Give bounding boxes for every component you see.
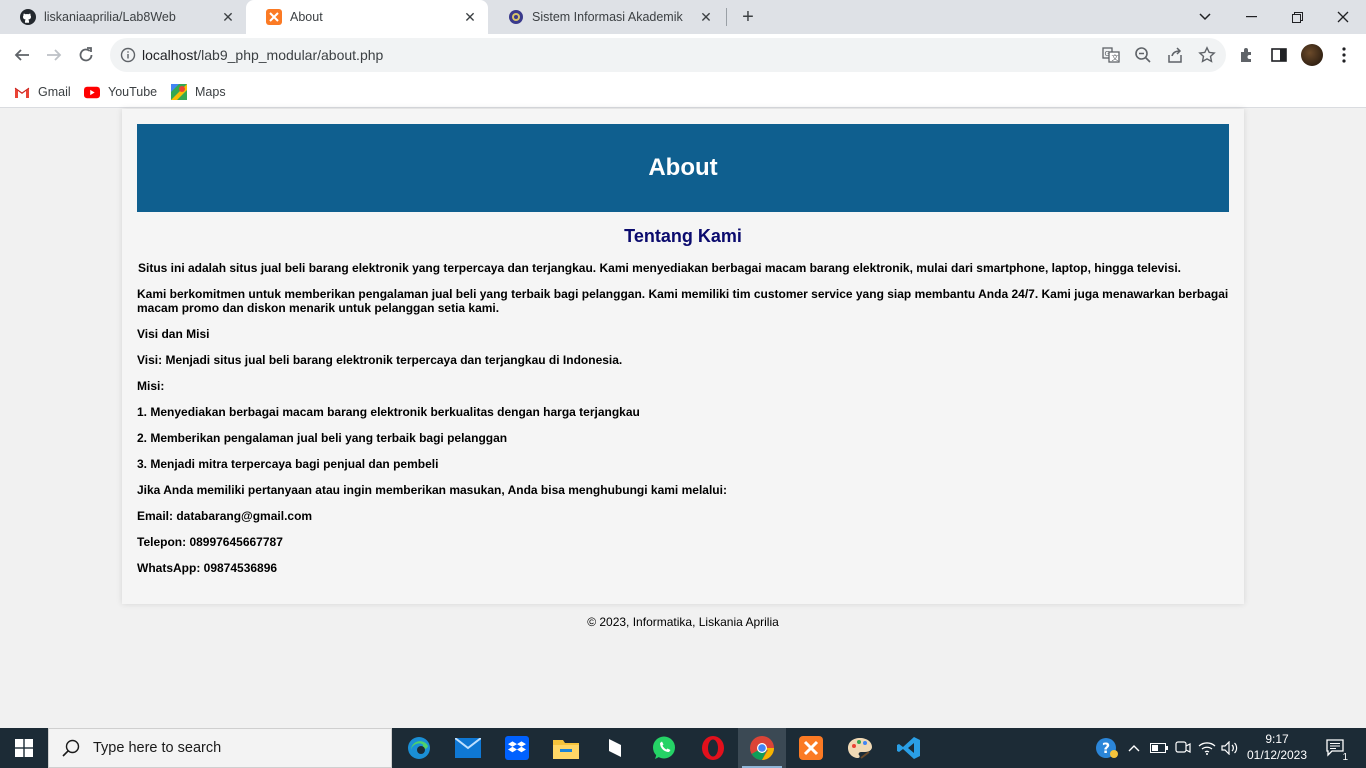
- bookmarks-bar: Gmail YouTube Maps: [0, 76, 1366, 108]
- mail-icon[interactable]: [444, 728, 492, 768]
- chevron-up-icon[interactable]: [1124, 728, 1144, 768]
- whatsapp-icon[interactable]: [640, 728, 688, 768]
- svg-text:G: G: [1105, 50, 1110, 58]
- camera-icon[interactable]: [1172, 728, 1194, 768]
- close-icon[interactable]: ✕: [698, 9, 714, 25]
- github-icon: [20, 9, 36, 25]
- contact-email: Email: databarang@gmail.com: [137, 509, 313, 523]
- search-icon: [62, 739, 80, 757]
- close-icon[interactable]: ✕: [462, 9, 478, 25]
- clock-time: 9:17: [1265, 732, 1289, 746]
- close-window-button[interactable]: [1320, 0, 1366, 34]
- intro-paragraph: Situs ini adalah situs jual beli barang …: [138, 261, 1181, 275]
- start-button[interactable]: [0, 728, 48, 768]
- page-title: About: [648, 154, 718, 181]
- zoom-icon[interactable]: [1134, 46, 1152, 64]
- sublime-icon[interactable]: [591, 728, 639, 768]
- mission-item: 1. Menyediakan berbagai macam barang ele…: [137, 405, 640, 419]
- tab-sistem-informasi[interactable]: Sistem Informasi Akademik ✕: [488, 0, 724, 34]
- contact-intro: Jika Anda memiliki pertanyaan atau ingin…: [137, 483, 727, 497]
- clock-date: 01/12/2023: [1246, 748, 1308, 762]
- bookmark-gmail[interactable]: Gmail: [14, 82, 71, 102]
- windows-logo-icon: [15, 739, 33, 757]
- back-button[interactable]: [6, 39, 38, 71]
- vscode-icon[interactable]: [885, 728, 933, 768]
- svg-text:文: 文: [1112, 53, 1119, 62]
- vision-mission-heading: Visi dan Misi: [137, 327, 210, 341]
- taskbar-search-box[interactable]: Type here to search: [48, 728, 392, 768]
- file-explorer-icon[interactable]: [542, 728, 590, 768]
- browser-tab-strip: liskaniaaprilia/Lab8Web ✕ About ✕ Sistem…: [0, 0, 1366, 34]
- search-placeholder: Type here to search: [93, 740, 222, 756]
- vision-text: Visi: Menjadi situs jual beli barang ele…: [137, 353, 623, 367]
- forward-button[interactable]: [38, 39, 70, 71]
- bookmark-label: Maps: [195, 85, 226, 99]
- chrome-icon[interactable]: [738, 728, 786, 768]
- url-text: localhost/lab9_php_modular/about.php: [142, 47, 383, 63]
- contact-phone: Telepon: 08997645667787: [137, 535, 283, 549]
- youtube-icon: [84, 84, 100, 100]
- tab-search-button[interactable]: [1182, 0, 1228, 34]
- notification-center-button[interactable]: 1: [1318, 728, 1354, 768]
- tab-title: liskaniaaprilia/Lab8Web: [44, 10, 176, 24]
- notification-count: 1: [1342, 752, 1348, 763]
- maps-icon: [171, 84, 187, 100]
- menu-kebab-icon[interactable]: [1334, 45, 1354, 65]
- page-header: About: [137, 124, 1229, 212]
- gmail-icon: [14, 84, 30, 100]
- university-icon: [508, 9, 524, 25]
- about-content: Tentang Kami Situs ini adalah situs jual…: [137, 226, 1229, 587]
- bookmark-star-icon[interactable]: [1198, 46, 1216, 64]
- page-footer: © 2023, Informatika, Liskania Aprilia: [587, 615, 779, 629]
- page-viewport: About Tentang Kami Situs ini adalah situ…: [0, 109, 1366, 728]
- wifi-icon[interactable]: [1196, 728, 1218, 768]
- tab-divider: [726, 8, 727, 26]
- xampp-icon: [266, 9, 282, 25]
- url-path: /lab9_php_modular/about.php: [197, 47, 384, 63]
- translate-icon[interactable]: G文: [1102, 46, 1120, 64]
- system-clock[interactable]: 9:17 01/12/2023: [1240, 731, 1314, 763]
- xampp-icon[interactable]: [787, 728, 835, 768]
- mission-item: 3. Menjadi mitra terpercaya bagi penjual…: [137, 457, 439, 471]
- windows-taskbar: Type here to search ? 9:17 01/12/2023 1: [0, 728, 1366, 768]
- url-host: localhost: [142, 47, 198, 63]
- contact-whatsapp: WhatsApp: 09874536896: [137, 561, 278, 575]
- mission-heading: Misi:: [137, 379, 165, 393]
- tab-title: About: [290, 10, 323, 24]
- paint-icon[interactable]: [836, 728, 884, 768]
- dropbox-icon[interactable]: [493, 728, 541, 768]
- side-panel-icon[interactable]: [1269, 45, 1289, 65]
- section-title: Tentang Kami: [624, 226, 742, 246]
- address-bar[interactable]: localhost/lab9_php_modular/about.php G文: [110, 38, 1226, 72]
- bookmark-label: YouTube: [108, 85, 158, 99]
- extensions-icon[interactable]: [1237, 45, 1257, 65]
- reload-button[interactable]: [70, 39, 102, 71]
- close-icon[interactable]: ✕: [220, 9, 236, 25]
- tab-about[interactable]: About ✕: [246, 0, 488, 34]
- restore-button[interactable]: [1274, 0, 1320, 34]
- commitment-paragraph: Kami berkomitmen untuk memberikan pengal…: [137, 287, 1229, 315]
- mission-item: 2. Memberikan pengalaman jual beli yang …: [137, 431, 508, 445]
- tab-title: Sistem Informasi Akademik: [532, 10, 683, 24]
- bookmark-label: Gmail: [38, 85, 71, 99]
- bookmark-youtube[interactable]: YouTube: [84, 82, 157, 102]
- share-icon[interactable]: [1166, 46, 1184, 64]
- svg-text:?: ?: [1102, 741, 1110, 757]
- tab-github[interactable]: liskaniaaprilia/Lab8Web ✕: [0, 0, 246, 34]
- help-icon[interactable]: ?: [1094, 728, 1120, 768]
- edge-icon[interactable]: [395, 728, 443, 768]
- bookmark-maps[interactable]: Maps: [171, 82, 226, 102]
- volume-icon[interactable]: [1220, 728, 1240, 768]
- battery-icon[interactable]: [1148, 728, 1170, 768]
- page-container: About Tentang Kami Situs ini adalah situ…: [122, 109, 1244, 604]
- new-tab-button[interactable]: +: [736, 5, 760, 29]
- minimize-button[interactable]: [1228, 0, 1274, 34]
- browser-toolbar: localhost/lab9_php_modular/about.php G文: [0, 34, 1366, 76]
- profile-avatar[interactable]: [1301, 44, 1323, 66]
- opera-icon[interactable]: [689, 728, 737, 768]
- info-icon[interactable]: [120, 47, 136, 63]
